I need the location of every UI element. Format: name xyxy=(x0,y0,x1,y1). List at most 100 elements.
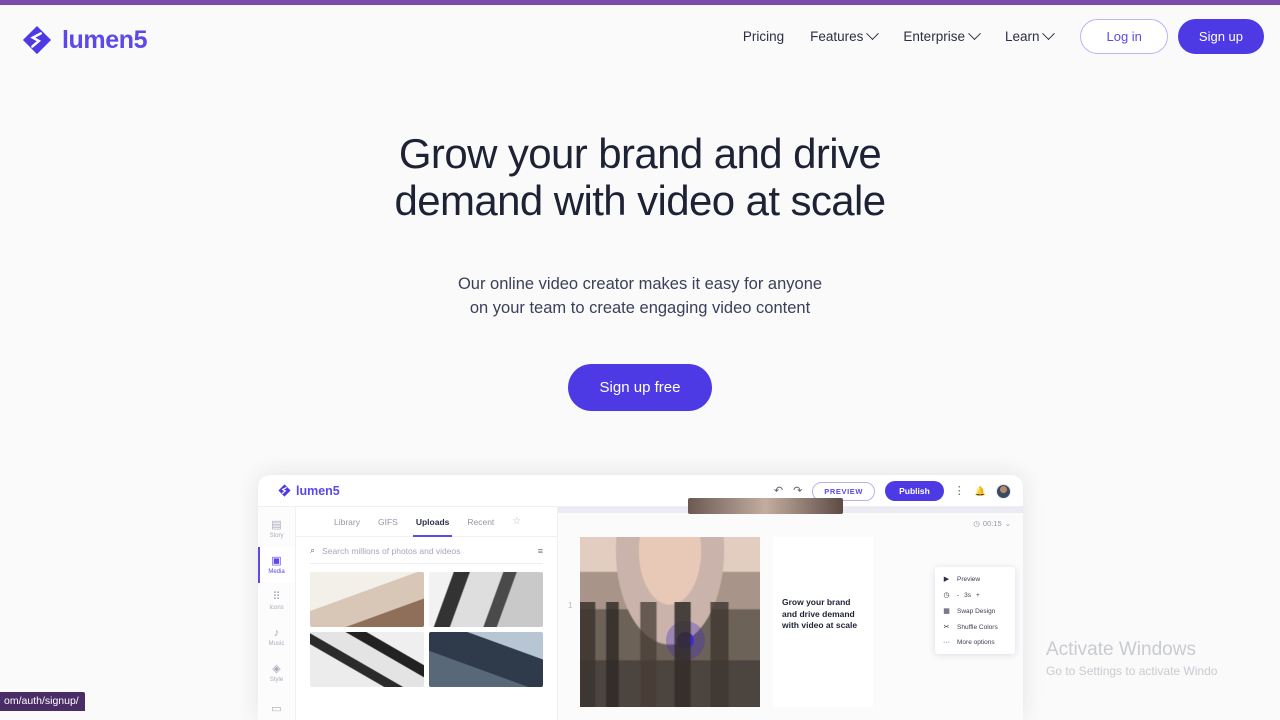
sidebar-item-label: Media xyxy=(268,568,285,575)
chevron-down-icon xyxy=(866,27,880,41)
clock-icon: ◷ xyxy=(973,519,980,528)
duration-value: 3s xyxy=(964,591,972,599)
ctx-label: Swap Design xyxy=(957,607,996,615)
search-icon: ⌕ xyxy=(310,545,316,555)
increment-button[interactable]: + xyxy=(976,592,980,599)
tab-recent[interactable]: Recent xyxy=(467,507,494,537)
site-header: lumen5 Pricing Features Enterprise Learn… xyxy=(0,5,1280,77)
mockup-brand: lumen5 xyxy=(278,484,340,498)
canvas-context-menu: ▶ Preview ◷ - 3s + ▦ Swap Design ✂ Shuff… xyxy=(935,567,1015,654)
nav-item-features[interactable]: Features xyxy=(797,21,890,52)
scene-thumbnail[interactable] xyxy=(688,498,843,514)
ctx-preview[interactable]: ▶ Preview xyxy=(935,571,1015,587)
ctx-duration[interactable]: ◷ - 3s + xyxy=(935,587,1015,603)
icons-icon: ⠿ xyxy=(272,590,281,603)
media-thumbnail[interactable] xyxy=(310,572,424,627)
watermark-title: Activate Windows xyxy=(1046,639,1196,660)
media-icon: ▣ xyxy=(271,554,282,567)
ctx-label: More options xyxy=(957,639,995,646)
timer-value: 00:15 xyxy=(982,519,1002,528)
mockup-sidebar: ▤ Story ▣ Media ⠿ Icons ♪ Music ◈ Style … xyxy=(258,507,296,720)
signup-button[interactable]: Sign up xyxy=(1177,19,1264,54)
avatar[interactable] xyxy=(996,483,1011,499)
play-icon: ▶ xyxy=(943,576,950,583)
main-nav: Pricing Features Enterprise Learn Log in… xyxy=(730,19,1272,54)
hero-subtitle-line-1: Our online video creator makes it easy f… xyxy=(457,275,823,293)
scene-duration[interactable]: ◷ 00:15 ⌄ xyxy=(973,519,1011,528)
ctx-label: Shuffle Colors xyxy=(957,623,998,631)
status-bar-url: om/auth/signup/ xyxy=(0,692,85,711)
sidebar-item-label: Icons xyxy=(269,604,284,611)
tab-uploads[interactable]: Uploads xyxy=(412,507,452,537)
mockup-topbar: lumen5 ↶ ↷ PREVIEW Publish ⋮ 🔔 xyxy=(258,475,1023,507)
nav-label: Features xyxy=(810,29,864,44)
music-note-icon: ♪ xyxy=(273,626,280,639)
brand-name: lumen5 xyxy=(62,25,148,54)
mockup-brand-name: lumen5 xyxy=(296,483,340,498)
canvas-city-image[interactable] xyxy=(580,537,760,707)
login-button[interactable]: Log in xyxy=(1080,19,1168,54)
mockup-body: ▤ Story ▣ Media ⠿ Icons ♪ Music ◈ Style … xyxy=(258,498,1023,720)
signup-free-button[interactable]: Sign up free xyxy=(567,364,713,411)
mockup-media-panel: Library GIFS Uploads Recent ☆ ⌕ Search m… xyxy=(296,507,558,720)
sidebar-item-label: Music xyxy=(268,640,285,647)
sidebar-item-music[interactable]: ♪ Music xyxy=(258,619,295,655)
media-thumbnail[interactable] xyxy=(429,572,543,627)
mockup-publish-button[interactable]: Publish xyxy=(885,481,944,501)
sidebar-item-story[interactable]: ▤ Story xyxy=(258,511,295,547)
shuffle-icon: ✂ xyxy=(943,624,950,631)
media-thumbnail[interactable] xyxy=(310,632,424,687)
sidebar-item-style[interactable]: ◈ Style xyxy=(258,655,295,691)
media-thumbnail[interactable] xyxy=(429,632,543,687)
sidebar-item-label: Story xyxy=(269,532,284,539)
nav-item-pricing[interactable]: Pricing xyxy=(730,21,797,52)
redo-icon[interactable]: ↷ xyxy=(793,485,802,497)
lumen5-diamond-icon xyxy=(278,484,291,497)
sidebar-item-label: Style xyxy=(269,676,284,683)
tab-gifs[interactable]: GIFS xyxy=(378,507,398,537)
ctx-more-options[interactable]: ··· More options xyxy=(935,635,1015,650)
hero-section: Grow your brand and drive demand with vi… xyxy=(0,130,1280,411)
hero-title-line-1: Grow your brand and drive xyxy=(398,130,882,177)
tab-library[interactable]: Library xyxy=(334,507,360,537)
sidebar-item-icons[interactable]: ⠿ Icons xyxy=(258,583,295,619)
nav-item-enterprise[interactable]: Enterprise xyxy=(890,21,992,52)
nav-item-learn[interactable]: Learn xyxy=(992,21,1067,52)
chevron-down-icon xyxy=(1042,27,1056,41)
scene-strip xyxy=(558,498,1023,514)
page-title: Grow your brand and drive demand with vi… xyxy=(0,130,1280,224)
media-search-bar[interactable]: ⌕ Search millions of photos and videos ≡ xyxy=(310,545,543,564)
decrement-button[interactable]: - xyxy=(957,592,959,599)
ctx-swap-design[interactable]: ▦ Swap Design xyxy=(935,603,1015,619)
filter-icon[interactable]: ≡ xyxy=(538,546,543,556)
bell-icon[interactable]: 🔔 xyxy=(975,486,986,496)
search-input[interactable]: Search millions of photos and videos xyxy=(322,546,531,556)
star-icon[interactable]: ☆ xyxy=(512,516,521,527)
ellipsis-icon: ··· xyxy=(943,639,950,646)
duration-stepper[interactable]: - 3s + xyxy=(957,592,980,599)
grid-icon: ▦ xyxy=(943,608,950,615)
watermark-subtitle: Go to Settings to activate Windo xyxy=(1046,664,1218,678)
chevron-down-icon xyxy=(968,27,981,41)
brand-logo[interactable]: lumen5 xyxy=(22,25,148,55)
story-icon: ▤ xyxy=(271,518,282,531)
kebab-menu-icon[interactable]: ⋮ xyxy=(954,485,965,497)
slide-number: 1 xyxy=(568,601,573,610)
sidebar-item-media[interactable]: ▣ Media xyxy=(258,547,295,583)
media-thumbnail-grid xyxy=(296,564,557,687)
ctx-label: Preview xyxy=(957,575,981,583)
ctx-shuffle-colors[interactable]: ✂ Shuffle Colors xyxy=(935,619,1015,635)
chevron-down-icon: ⌄ xyxy=(1004,519,1011,528)
cursor-indicator xyxy=(677,632,694,649)
windows-activation-watermark: Activate Windows Go to Settings to activ… xyxy=(1046,638,1276,680)
hero-subtitle-line-2: on your team to create engaging video co… xyxy=(469,299,811,317)
style-icon: ◈ xyxy=(272,662,281,675)
media-tabs: Library GIFS Uploads Recent ☆ xyxy=(296,507,557,537)
canvas-text-card[interactable]: Grow your brand and drive demand with vi… xyxy=(773,537,873,707)
nav-label: Pricing xyxy=(742,29,785,44)
nav-label: Enterprise xyxy=(903,29,965,44)
page-root: lumen5 Pricing Features Enterprise Learn… xyxy=(0,0,1280,720)
frame-icon: ▭ xyxy=(271,702,282,715)
undo-icon[interactable]: ↶ xyxy=(774,485,783,497)
sidebar-item-extra[interactable]: ▭ xyxy=(258,691,295,720)
